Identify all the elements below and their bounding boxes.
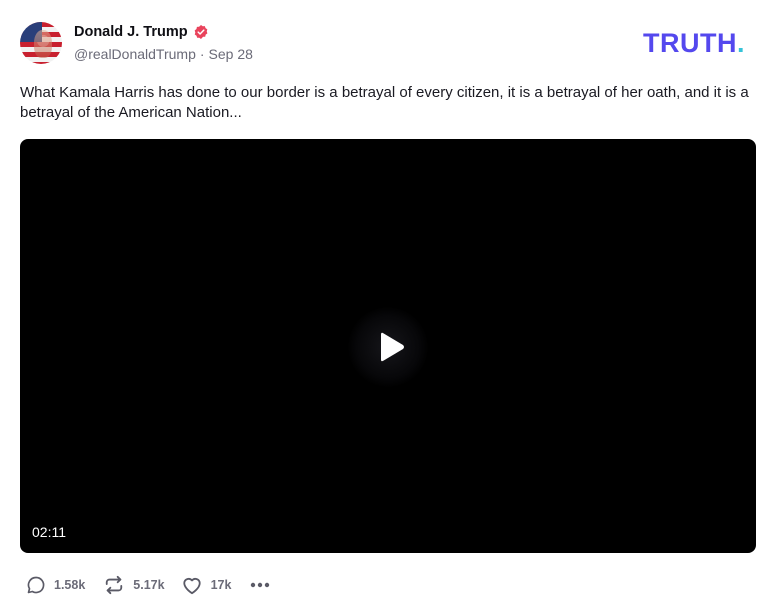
repost-icon — [106, 575, 123, 595]
repost-count: 5.17k — [133, 578, 165, 592]
logo-text: TRUTH — [643, 28, 737, 58]
post-date[interactable]: Sep 28 — [209, 46, 253, 62]
more-icon — [251, 582, 270, 588]
meta-separator: · — [199, 46, 205, 62]
status-text: What Kamala Harris has done to our borde… — [20, 84, 749, 121]
logo-dot: . — [736, 28, 745, 58]
more-options-button[interactable] — [249, 575, 271, 595]
like-button[interactable]: 17k — [181, 575, 232, 595]
reply-button[interactable]: 1.58k — [26, 575, 85, 595]
video-player[interactable]: 02:11 — [20, 139, 756, 553]
display-name[interactable]: Donald J. Trump — [74, 24, 188, 40]
video-duration: 02:11 — [32, 524, 66, 540]
handle[interactable]: @realDonaldTrump — [74, 46, 196, 62]
truth-logo[interactable]: TRUTH. — [643, 28, 745, 59]
author-name-row: Donald J. Trump — [74, 22, 209, 42]
heart-icon — [182, 578, 201, 595]
reply-icon — [27, 576, 45, 594]
action-bar: 1.58k 5.17k 17k — [26, 573, 271, 597]
repost-button[interactable]: 5.17k — [103, 575, 165, 595]
verified-badge-icon — [193, 24, 209, 40]
reply-count: 1.58k — [54, 578, 86, 592]
avatar[interactable] — [20, 22, 62, 64]
like-count: 17k — [210, 578, 232, 592]
play-icon — [381, 332, 404, 362]
author-meta: @realDonaldTrump · Sep 28 — [74, 46, 253, 62]
truth-social-post: Donald J. Trump @realDonaldTrump · Sep 2… — [0, 0, 777, 615]
play-button[interactable] — [348, 307, 428, 387]
